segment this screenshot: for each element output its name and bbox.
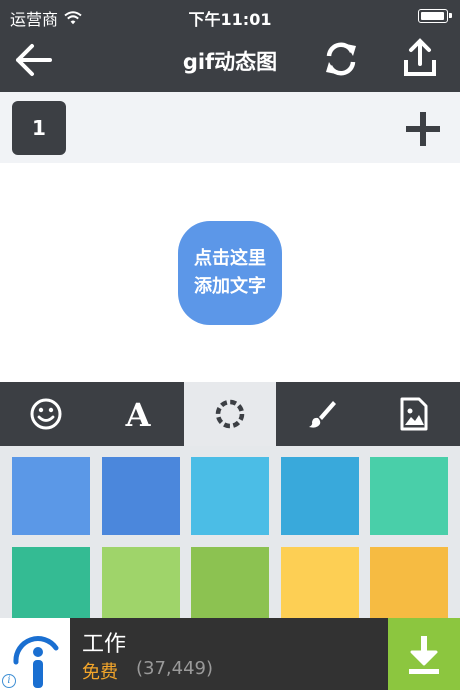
color-swatch[interactable] xyxy=(101,457,180,535)
color-swatch[interactable] xyxy=(370,547,448,618)
color-swatch[interactable] xyxy=(191,547,269,618)
status-bar: 运营商 下午11:01 xyxy=(0,0,460,30)
status-time: 下午11:01 xyxy=(188,10,272,29)
color-swatch[interactable] xyxy=(12,457,90,535)
color-palette xyxy=(0,446,460,618)
svg-text:A: A xyxy=(125,397,152,431)
top-bar: 运营商 下午11:01 gif动态图 xyxy=(0,0,460,92)
gif-canvas[interactable]: 点击这里 添加文字 xyxy=(0,163,460,382)
battery-icon xyxy=(418,9,452,23)
ad-app-name: 工作 xyxy=(82,632,127,657)
ad-price: 免费 xyxy=(82,662,118,683)
download-button[interactable] xyxy=(388,618,460,690)
share-icon[interactable] xyxy=(400,38,440,78)
tab-brush[interactable] xyxy=(276,382,368,446)
nav-bar: gif动态图 xyxy=(0,30,460,92)
emoji-icon xyxy=(30,398,62,430)
font-icon: A xyxy=(125,397,152,431)
ad-review-count: (37,449) xyxy=(136,658,214,679)
add-text-line-1: 点击这里 xyxy=(194,248,266,269)
color-swatch[interactable] xyxy=(191,457,269,535)
color-swatch[interactable] xyxy=(12,547,90,618)
color-swatch[interactable] xyxy=(280,457,359,535)
color-ring-icon xyxy=(215,399,245,429)
color-swatch[interactable] xyxy=(280,547,359,618)
frame-tab-1[interactable]: 1 xyxy=(12,101,66,155)
color-swatch[interactable] xyxy=(101,547,180,618)
plus-icon[interactable] xyxy=(406,112,440,146)
download-icon xyxy=(409,636,439,674)
frame-bar: 1 xyxy=(0,92,460,163)
refresh-icon[interactable] xyxy=(322,40,360,78)
add-text-line-2: 添加文字 xyxy=(194,276,266,297)
brush-icon xyxy=(309,401,336,428)
page-title: gif动态图 xyxy=(182,50,278,74)
ad-info-icon[interactable]: i xyxy=(2,674,16,688)
tab-emoji[interactable] xyxy=(0,382,92,446)
image-icon xyxy=(400,397,428,431)
tab-image[interactable] xyxy=(368,382,460,446)
color-swatch[interactable] xyxy=(370,457,448,535)
tab-color[interactable] xyxy=(184,382,276,446)
ad-banner[interactable]: i 工作 免费 (37,449) xyxy=(0,618,460,690)
add-text-bubble[interactable]: 点击这里 添加文字 xyxy=(178,221,282,325)
tab-font[interactable]: A xyxy=(92,382,184,446)
tool-tabs: A xyxy=(0,382,460,446)
